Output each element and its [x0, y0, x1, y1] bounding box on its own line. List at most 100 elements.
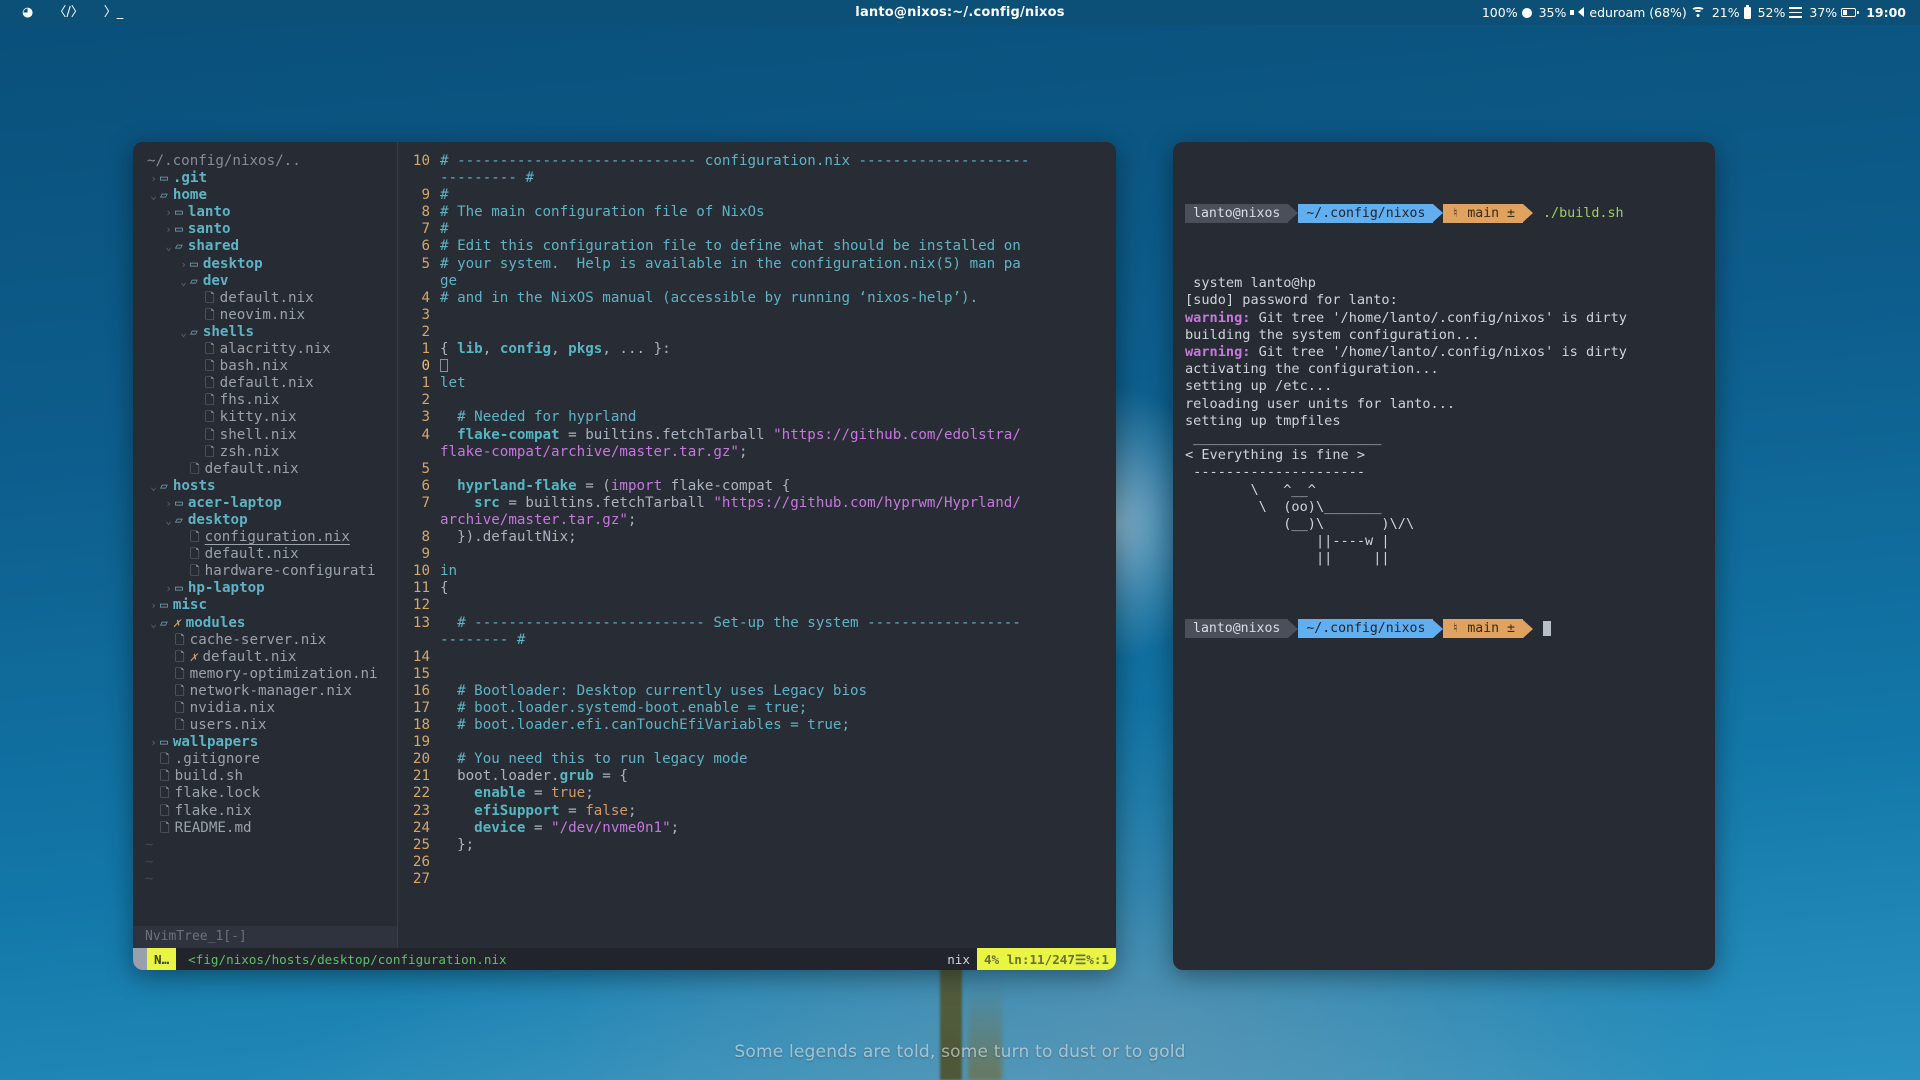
code-line[interactable]: 20 # You need this to run legacy mode: [398, 751, 1116, 768]
file-tree-item[interactable]: 🗋flake.lock: [133, 785, 397, 802]
file-tree-item[interactable]: 🗋nvidia.nix: [133, 700, 397, 717]
file-tree-item[interactable]: ›▭desktop: [133, 256, 397, 273]
code-line[interactable]: 17 # boot.loader.systemd-boot.enable = t…: [398, 700, 1116, 717]
file-tree-item[interactable]: 🗋fhs.nix: [133, 392, 397, 409]
code-line[interactable]: 6# Edit this configuration file to defin…: [398, 238, 1116, 255]
code-line[interactable]: 5# your system. Help is available in the…: [398, 256, 1116, 273]
brightness-indicator[interactable]: 100%: [1482, 5, 1532, 20]
code-line[interactable]: 5: [398, 461, 1116, 478]
file-tree-item[interactable]: 🗋zsh.nix: [133, 444, 397, 461]
terminal-content[interactable]: lanto@nixos ~/.config/nixos ♮ main ± ./b…: [1173, 142, 1715, 970]
memory-indicator[interactable]: 52%: [1758, 5, 1803, 20]
code-line[interactable]: 9: [398, 546, 1116, 563]
code-line[interactable]: 21 boot.loader.grub = {: [398, 768, 1116, 785]
file-tree-item[interactable]: 🗋hardware-configurati: [133, 563, 397, 580]
code-editor-panel[interactable]: 10# ---------------------------- configu…: [397, 142, 1116, 948]
file-tree-item[interactable]: 🗋bash.nix: [133, 358, 397, 375]
file-tree-item[interactable]: 🗋neovim.nix: [133, 307, 397, 324]
code-line[interactable]: 8 }).defaultNix;: [398, 529, 1116, 546]
code-line[interactable]: 22 enable = true;: [398, 785, 1116, 802]
code-line[interactable]: 3: [398, 307, 1116, 324]
file-tree-item[interactable]: 🗋README.md: [133, 820, 397, 837]
network-indicator[interactable]: eduroam (68%): [1589, 5, 1704, 20]
code-line[interactable]: ge: [398, 273, 1116, 290]
file-tree-item[interactable]: 🗋build.sh: [133, 768, 397, 785]
code-line[interactable]: 8# The main configuration file of NixOs: [398, 204, 1116, 221]
battery-main-indicator[interactable]: 37%: [1809, 5, 1856, 20]
file-tree-item[interactable]: 🗋cache-server.nix: [133, 632, 397, 649]
file-tree-item[interactable]: ⌄▱home: [133, 187, 397, 204]
code-line[interactable]: 18 # boot.loader.efi.canTouchEfiVariable…: [398, 717, 1116, 734]
terminal-output-line: reloading user units for lanto...: [1185, 396, 1703, 413]
code-line[interactable]: 11{: [398, 580, 1116, 597]
file-tree-item[interactable]: ⌄▱dev: [133, 273, 397, 290]
code-line[interactable]: 23 efiSupport = false;: [398, 803, 1116, 820]
code-line[interactable]: 13 # --------------------------- Set-up …: [398, 615, 1116, 632]
battery-secondary-indicator[interactable]: 21%: [1712, 5, 1751, 20]
file-tree-item[interactable]: ›▭lanto: [133, 204, 397, 221]
code-line[interactable]: 12: [398, 597, 1116, 614]
code-line[interactable]: 15: [398, 666, 1116, 683]
file-tree-item[interactable]: ›▭.git: [133, 170, 397, 187]
prompt-directory: ~/.config/nixos: [1298, 204, 1433, 223]
file-tree-item[interactable]: 🗋flake.nix: [133, 803, 397, 820]
code-line[interactable]: 25 };: [398, 837, 1116, 854]
file-tree-item[interactable]: ⌄▱desktop: [133, 512, 397, 529]
file-tree-item[interactable]: 🗋default.nix: [133, 375, 397, 392]
file-tree-item[interactable]: 🗋alacritty.nix: [133, 341, 397, 358]
code-scroll-area[interactable]: 10# ---------------------------- configu…: [398, 142, 1116, 948]
file-tree-item[interactable]: 🗋users.nix: [133, 717, 397, 734]
file-tree-item[interactable]: ›▭santo: [133, 221, 397, 238]
code-line[interactable]: 19: [398, 734, 1116, 751]
code-line[interactable]: 10# ---------------------------- configu…: [398, 153, 1116, 170]
code-line[interactable]: 26: [398, 854, 1116, 871]
file-tree-item[interactable]: 🗋network-manager.nix: [133, 683, 397, 700]
code-line[interactable]: 14: [398, 649, 1116, 666]
code-line[interactable]: 4# and in the NixOS manual (accessible b…: [398, 290, 1116, 307]
file-tree-item[interactable]: ›▭misc: [133, 597, 397, 614]
file-tree-item[interactable]: 🗋default.nix: [133, 290, 397, 307]
file-tree-item-label: bash.nix: [220, 358, 288, 375]
terminal-window[interactable]: lanto@nixos ~/.config/nixos ♮ main ± ./b…: [1173, 142, 1715, 970]
code-line[interactable]: 7#: [398, 221, 1116, 238]
neovim-window[interactable]: ~/.config/nixos/.. ›▭.git⌄▱home›▭lanto›▭…: [133, 142, 1116, 970]
terminal-prompt-bottom[interactable]: lanto@nixos ~/.config/nixos ♮ main ±: [1185, 619, 1703, 638]
file-tree-item[interactable]: ⌄▱hosts: [133, 478, 397, 495]
code-line[interactable]: 6 hyprland-flake = (import flake-compat …: [398, 478, 1116, 495]
code-line[interactable]: 0: [398, 358, 1116, 375]
code-line-number: 26: [398, 854, 440, 871]
code-line[interactable]: archive/master.tar.gz";: [398, 512, 1116, 529]
file-tree-item[interactable]: 🗋memory-optimization.ni: [133, 666, 397, 683]
volume-indicator[interactable]: 35%: [1539, 5, 1583, 20]
file-tree-item[interactable]: 🗋configuration.nix: [133, 529, 397, 546]
code-line[interactable]: 10in: [398, 563, 1116, 580]
file-tree-item[interactable]: 🗋default.nix: [133, 546, 397, 563]
code-line[interactable]: 4 flake-compat = builtins.fetchTarball "…: [398, 427, 1116, 444]
file-tree-item[interactable]: 🗋✗default.nix: [133, 649, 397, 666]
code-line[interactable]: 3 # Needed for hyprland: [398, 409, 1116, 426]
file-tree-item[interactable]: ⌄▱shells: [133, 324, 397, 341]
code-line[interactable]: flake-compat/archive/master.tar.gz";: [398, 444, 1116, 461]
file-tree-panel[interactable]: ~/.config/nixos/.. ›▭.git⌄▱home›▭lanto›▭…: [133, 142, 397, 948]
clock[interactable]: 19:00: [1866, 5, 1906, 20]
file-tree-item[interactable]: ⌄▱shared: [133, 238, 397, 255]
code-line[interactable]: 9#: [398, 187, 1116, 204]
code-line[interactable]: 27: [398, 871, 1116, 888]
file-tree-item[interactable]: ›▭hp-laptop: [133, 580, 397, 597]
code-line[interactable]: 2: [398, 392, 1116, 409]
code-line[interactable]: -------- #: [398, 632, 1116, 649]
file-tree-item[interactable]: ⌄▱✗modules: [133, 615, 397, 632]
code-line[interactable]: 7 src = builtins.fetchTarball "https://g…: [398, 495, 1116, 512]
code-line[interactable]: 2: [398, 324, 1116, 341]
code-line[interactable]: 1let: [398, 375, 1116, 392]
file-tree-item[interactable]: 🗋kitty.nix: [133, 409, 397, 426]
code-line[interactable]: 1{ lib, config, pkgs, ... }:: [398, 341, 1116, 358]
file-tree-item[interactable]: 🗋default.nix: [133, 461, 397, 478]
code-line[interactable]: 16 # Bootloader: Desktop currently uses …: [398, 683, 1116, 700]
file-tree-item[interactable]: ›▭wallpapers: [133, 734, 397, 751]
file-tree-item[interactable]: 🗋shell.nix: [133, 427, 397, 444]
file-tree-item[interactable]: 🗋.gitignore: [133, 751, 397, 768]
code-line[interactable]: --------- #: [398, 170, 1116, 187]
code-line[interactable]: 24 device = "/dev/nvme0n1";: [398, 820, 1116, 837]
file-tree-item[interactable]: ›▭acer-laptop: [133, 495, 397, 512]
